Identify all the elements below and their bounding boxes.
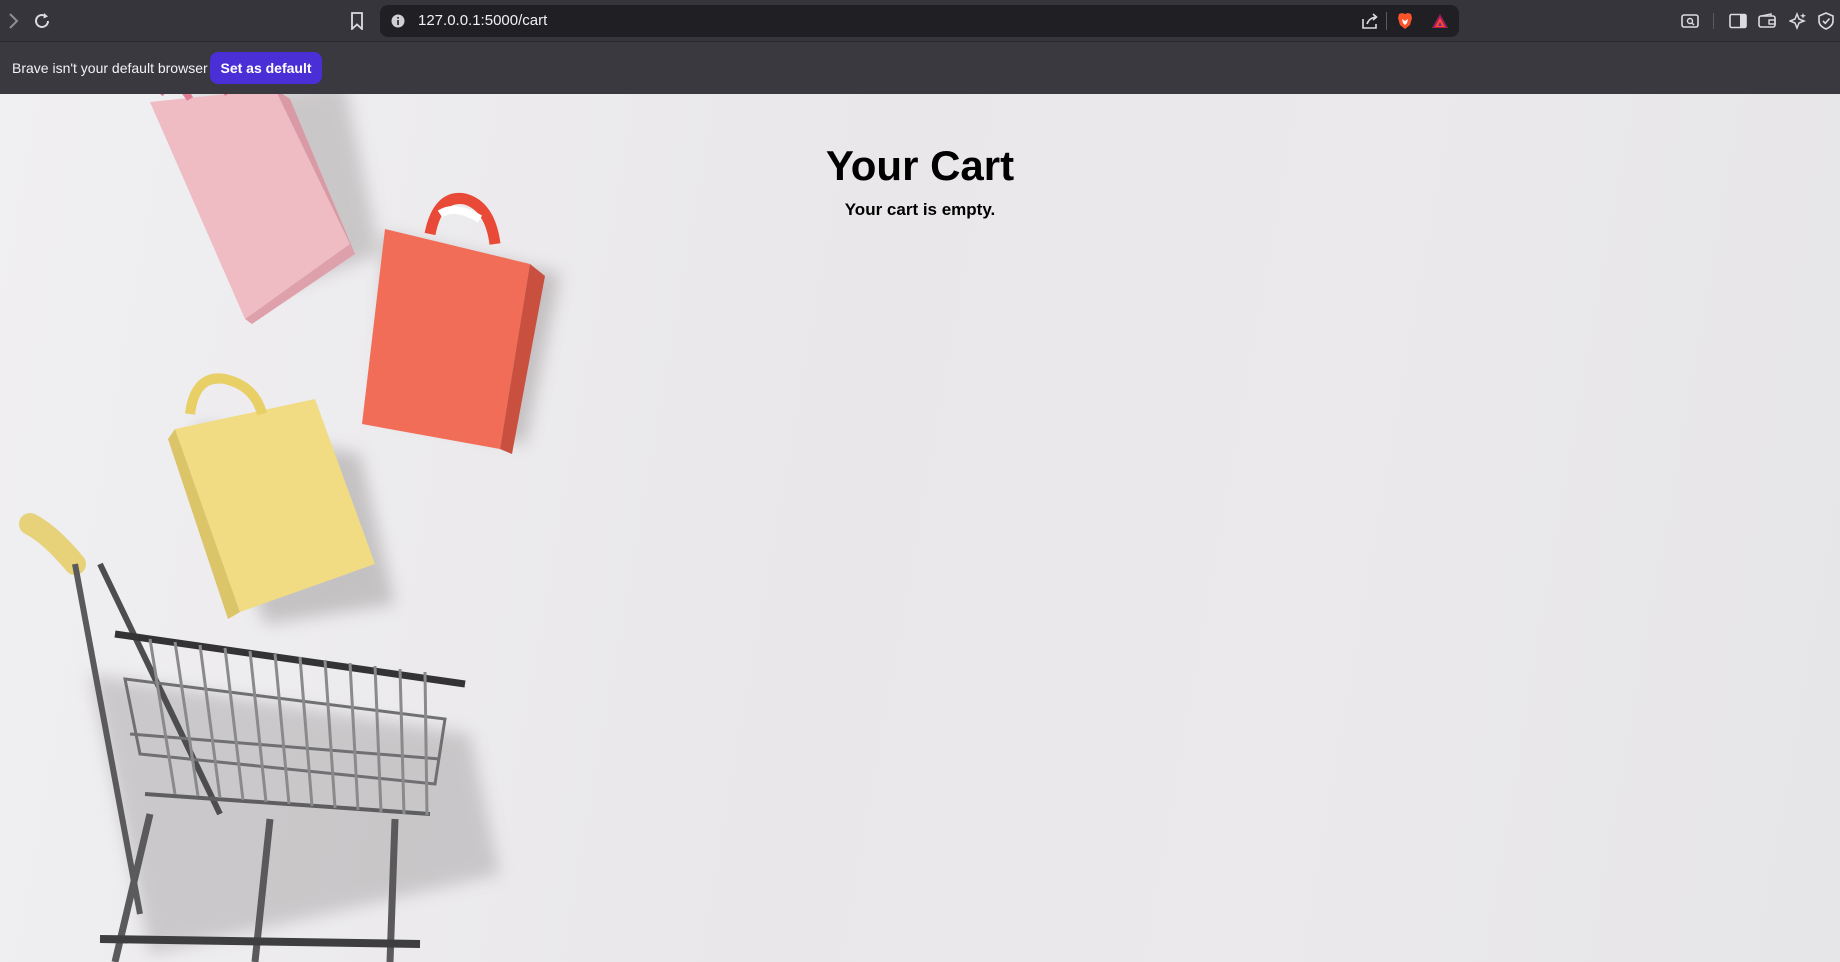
chevron-right-icon[interactable] xyxy=(2,9,24,33)
brave-lion-icon[interactable] xyxy=(1394,10,1416,32)
vpn-shield-icon[interactable] xyxy=(1814,9,1838,33)
page-title: Your Cart xyxy=(825,142,1015,189)
empty-cart-message: Your cart is empty. xyxy=(844,200,996,219)
bookmark-icon[interactable] xyxy=(345,9,369,33)
sidebar-icon[interactable] xyxy=(1726,9,1750,33)
address-bar[interactable]: 127.0.0.1:5000/cart xyxy=(380,5,1459,37)
url-divider xyxy=(1386,12,1387,30)
cart-page: Your Cart Your cart is empty. xyxy=(0,94,1840,962)
tab-search-icon[interactable] xyxy=(1678,9,1702,33)
default-browser-infobar: Brave isn't your default browser Set as … xyxy=(0,42,1840,94)
share-icon[interactable] xyxy=(1359,11,1381,31)
wallet-icon[interactable] xyxy=(1755,9,1779,33)
shopping-background-image xyxy=(19,94,560,962)
browser-toolbar: 127.0.0.1:5000/cart xyxy=(0,0,1840,42)
url-text[interactable]: 127.0.0.1:5000/cart xyxy=(418,5,547,37)
rewards-triangle-icon[interactable] xyxy=(1429,10,1451,32)
reload-icon[interactable] xyxy=(30,9,54,33)
leo-ai-icon[interactable] xyxy=(1786,9,1810,33)
orange-bag-shape xyxy=(362,192,545,454)
set-default-button[interactable]: Set as default xyxy=(210,52,322,84)
info-icon[interactable] xyxy=(388,11,408,31)
infobar-message: Brave isn't your default browser xyxy=(12,60,208,76)
toolbar-divider xyxy=(1713,13,1714,29)
